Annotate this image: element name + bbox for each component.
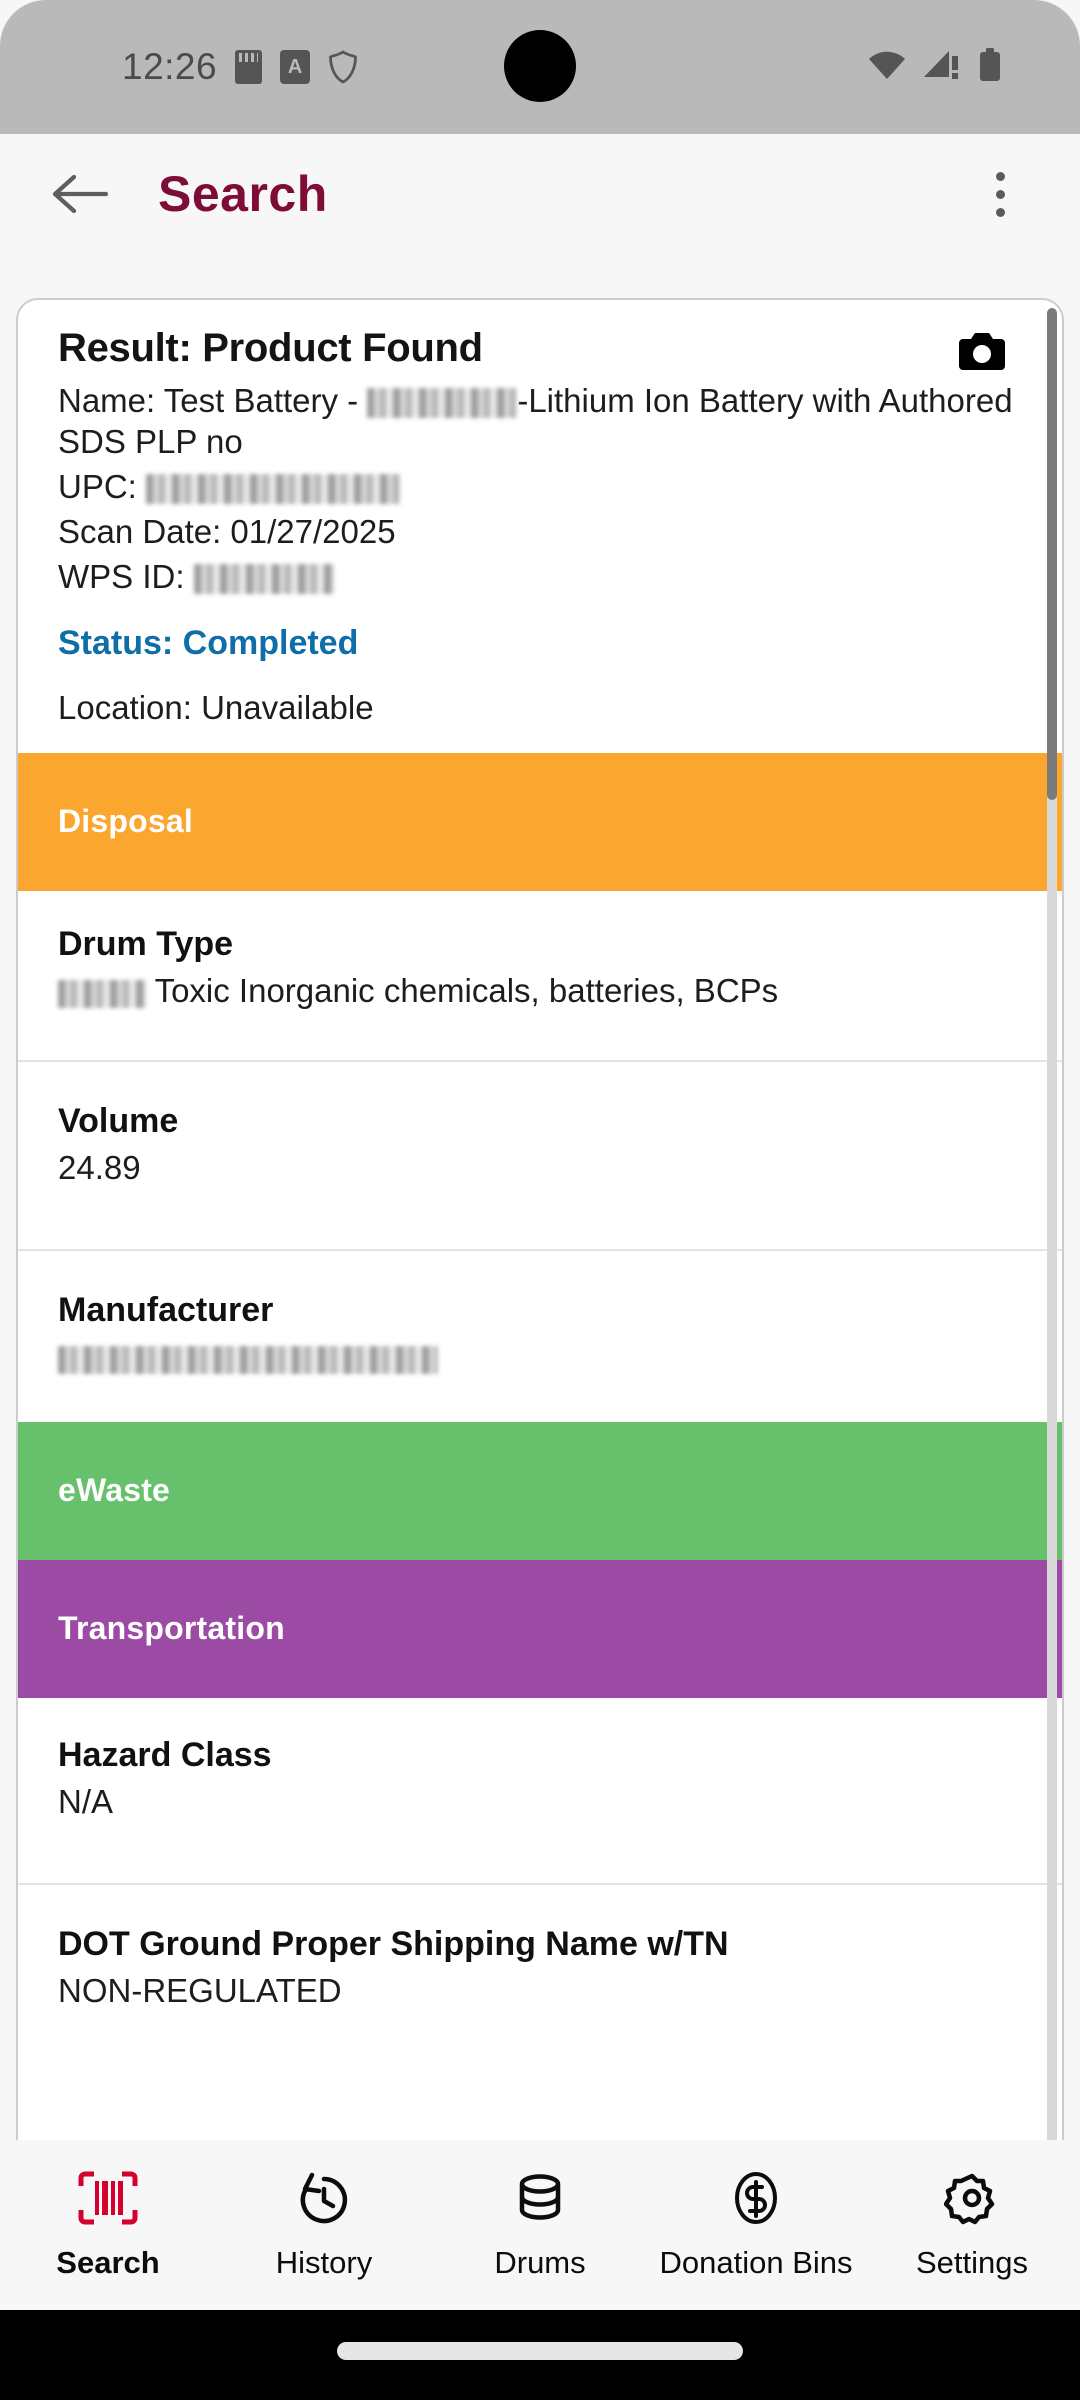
nav-item-label: Drums [494,2244,586,2280]
field-value: Toxic Inorganic chemicals, batteries, BC… [58,972,1022,1010]
wifi-icon [868,50,906,85]
wps-id-line: WPS ID: [58,557,1022,598]
bottom-navigation-bar: Search History Drums Donation Bins Setti… [0,2140,1080,2310]
status-bar-right [868,47,1002,87]
section-band-label: eWaste [58,1472,171,1509]
overflow-dot [995,207,1005,217]
cellular-signal-warning-icon [923,49,961,86]
field-title: Hazard Class [58,1735,272,1774]
drum-type-text: Toxic Inorganic chemicals, batteries, BC… [146,971,779,1009]
page-title: Search [158,166,328,222]
drum-type-redacted [58,979,146,1008]
section-band-label: Transportation [58,1610,285,1647]
product-name-redacted [367,388,518,418]
phone-screen: 12:26 A Search Result: Product Found Nam… [0,0,1080,2400]
status-bar: 12:26 A [0,0,1080,134]
battery-icon [978,47,1002,87]
sd-card-icon [235,50,263,84]
field-value: N/A [58,1782,114,1820]
home-indicator[interactable] [337,2342,743,2360]
field-volume: Volume 24.89 [18,1059,1062,1249]
gear-icon [943,2170,1000,2231]
upc-redacted [146,473,402,504]
nav-item-donation-bins[interactable]: Donation Bins [648,2170,864,2281]
field-title: Manufacturer [58,1290,274,1329]
field-title: Drum Type [58,924,234,963]
field-hazard-class: Hazard Class N/A [18,1698,1062,1883]
nav-item-drums[interactable]: Drums [432,2170,648,2281]
nav-item-label: Settings [915,2244,1028,2280]
system-gesture-bar [0,2310,1080,2400]
a-badge-icon: A [280,50,311,84]
status-bar-clock: 12:26 [122,46,218,87]
back-button[interactable] [48,163,110,225]
section-band-transportation[interactable]: Transportation [18,1559,1062,1698]
nav-item-search[interactable]: Search [0,2170,216,2281]
upc-label: UPC: [58,467,147,505]
product-name-line: Name: Test Battery - -Lithium Ion Batter… [58,381,1022,463]
overflow-dot [995,189,1005,199]
app-bar: Search [0,134,1080,254]
field-manufacturer: Manufacturer [18,1248,1062,1422]
field-value: NON-REGULATED [58,1971,342,2009]
scan-date-line: Scan Date: 01/27/2025 [58,512,396,550]
front-camera-cutout [504,30,576,102]
nav-item-history[interactable]: History [216,2170,432,2281]
wps-id-redacted [193,563,334,594]
product-name-prefix: Name: Test Battery - [58,382,368,419]
nav-item-label: Search [56,2244,160,2280]
history-clock-icon [295,2170,353,2231]
field-dot-shipping-name: DOT Ground Proper Shipping Name w/TN NON… [18,1882,1062,2070]
section-band-ewaste[interactable]: eWaste [18,1421,1062,1560]
dollar-circle-icon [728,2170,784,2231]
location-line: Location: Unavailable [58,688,374,726]
field-value: 24.89 [58,1148,141,1186]
barcode-scan-icon [77,2170,139,2231]
field-title: DOT Ground Proper Shipping Name w/TN [58,1924,729,1963]
nav-item-settings[interactable]: Settings [864,2170,1080,2281]
field-title: Volume [58,1101,179,1140]
overflow-dot [995,171,1005,181]
summary-header: Result: Product Found [58,326,1022,377]
result-card: Result: Product Found Name: Test Battery… [16,298,1064,2188]
nav-item-label: Donation Bins [659,2244,853,2280]
card-content: Result: Product Found Name: Test Battery… [18,300,1062,2070]
status-badge: Status: Completed [58,623,359,662]
manufacturer-redacted [58,1345,438,1374]
more-options-button[interactable] [972,154,1028,234]
section-band-label: Disposal [58,803,193,840]
shield-icon [328,50,358,84]
field-value [58,1338,1022,1376]
section-band-disposal[interactable]: Disposal [18,752,1062,891]
product-summary: Result: Product Found Name: Test Battery… [18,300,1062,753]
wps-id-label: WPS ID: [58,557,194,595]
database-drum-icon [512,2170,568,2231]
upc-line: UPC: [58,467,1022,508]
result-title: Result: Product Found [58,326,483,370]
camera-icon[interactable] [958,330,1006,377]
nav-item-label: History [275,2244,373,2280]
field-drum-type: Drum Type Toxic Inorganic chemicals, bat… [18,891,1062,1060]
status-bar-left: 12:26 A [122,46,358,88]
